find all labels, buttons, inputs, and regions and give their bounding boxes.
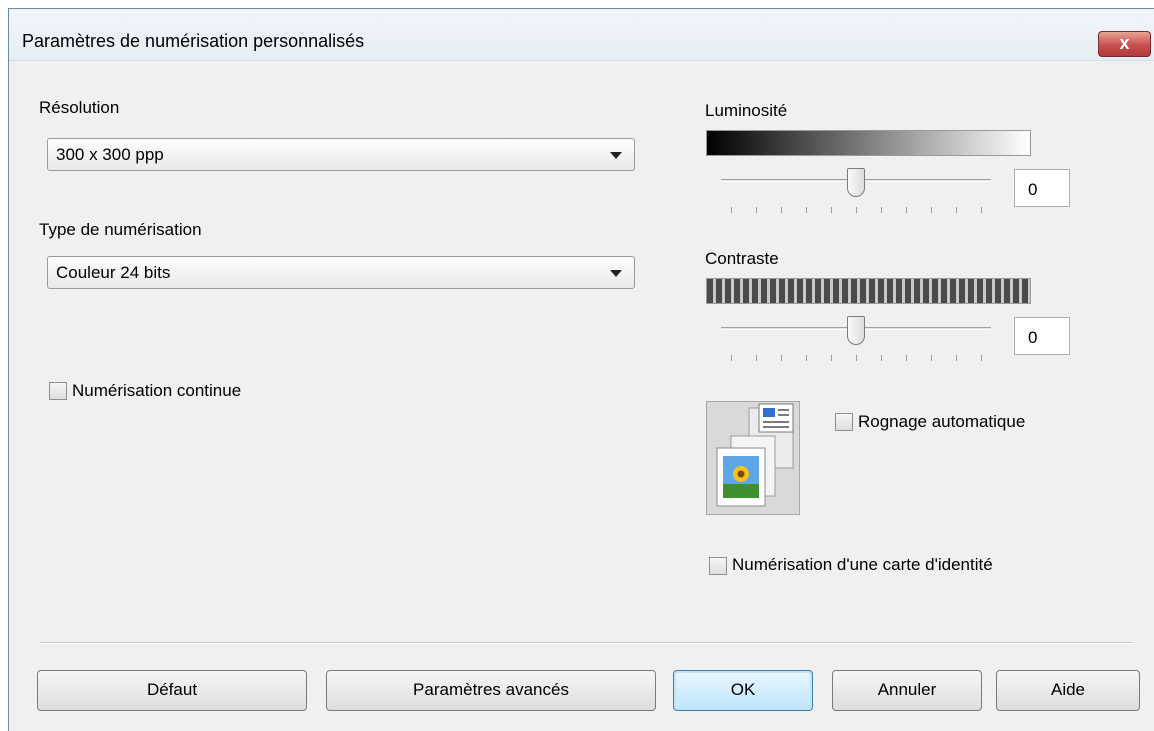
slider-tick [906, 207, 907, 213]
autocrop-preview [706, 401, 800, 515]
slider-tick [856, 355, 857, 361]
slider-tick [881, 355, 882, 361]
advanced-settings-button[interactable]: Paramètres avancés [326, 670, 656, 711]
brightness-gradient [706, 130, 1031, 156]
brightness-value-field[interactable]: 0 [1014, 169, 1070, 207]
scan-type-select[interactable]: Couleur 24 bits [47, 256, 635, 289]
slider-tick [906, 355, 907, 361]
cancel-button[interactable]: Annuler [832, 670, 982, 711]
document-photo-icon [716, 403, 794, 507]
slider-tick [956, 207, 957, 213]
resolution-value: 300 x 300 ppp [56, 145, 164, 164]
resolution-label: Résolution [39, 98, 120, 117]
continuous-scan-label: Numérisation continue [72, 381, 242, 400]
slider-tick [981, 207, 982, 213]
window-title: Paramètres de numérisation personnalisés [22, 31, 365, 51]
id-card-scan-label: Numérisation d'une carte d'identité [732, 555, 993, 574]
chevron-down-icon [610, 270, 622, 277]
slider-tick [806, 355, 807, 361]
scan-settings-dialog: Paramètres de numérisation personnalisés… [8, 8, 1154, 731]
slider-tick [981, 355, 982, 361]
scan-type-label: Type de numérisation [39, 220, 202, 239]
help-button[interactable]: Aide [996, 670, 1140, 711]
slider-tick [731, 355, 732, 361]
brightness-label: Luminosité [705, 101, 788, 120]
divider [39, 642, 1133, 644]
close-button[interactable]: x [1098, 31, 1151, 57]
autocrop-label: Rognage automatique [858, 412, 1026, 431]
slider-tick [756, 355, 757, 361]
slider-tick [806, 207, 807, 213]
slider-tick [856, 207, 857, 213]
contrast-label: Contraste [705, 249, 779, 268]
slider-tick [881, 207, 882, 213]
default-settings-button[interactable]: Défaut [37, 670, 307, 711]
slider-tick [731, 207, 732, 213]
slider-tick [831, 355, 832, 361]
slider-thumb[interactable] [847, 168, 865, 197]
contrast-value-field[interactable]: 0 [1014, 317, 1070, 355]
slider-tick [831, 207, 832, 213]
brightness-slider[interactable] [721, 168, 991, 213]
autocrop-checkbox[interactable] [835, 413, 853, 431]
contrast-slider[interactable] [721, 316, 991, 361]
ok-button[interactable]: OK [673, 670, 813, 711]
id-card-scan-checkbox[interactable] [709, 557, 727, 575]
scan-type-value: Couleur 24 bits [56, 263, 171, 282]
slider-tick [781, 207, 782, 213]
contrast-pattern [706, 278, 1031, 304]
close-icon: x [1119, 33, 1130, 53]
slider-tick [956, 355, 957, 361]
resolution-select[interactable]: 300 x 300 ppp [47, 138, 635, 171]
slider-thumb[interactable] [847, 316, 865, 345]
slider-tick [756, 207, 757, 213]
chevron-down-icon [610, 152, 622, 159]
slider-tick [931, 207, 932, 213]
title-bar: Paramètres de numérisation personnalisés… [9, 9, 1154, 61]
slider-tick [781, 355, 782, 361]
continuous-scan-checkbox[interactable] [49, 382, 67, 400]
slider-tick [931, 355, 932, 361]
